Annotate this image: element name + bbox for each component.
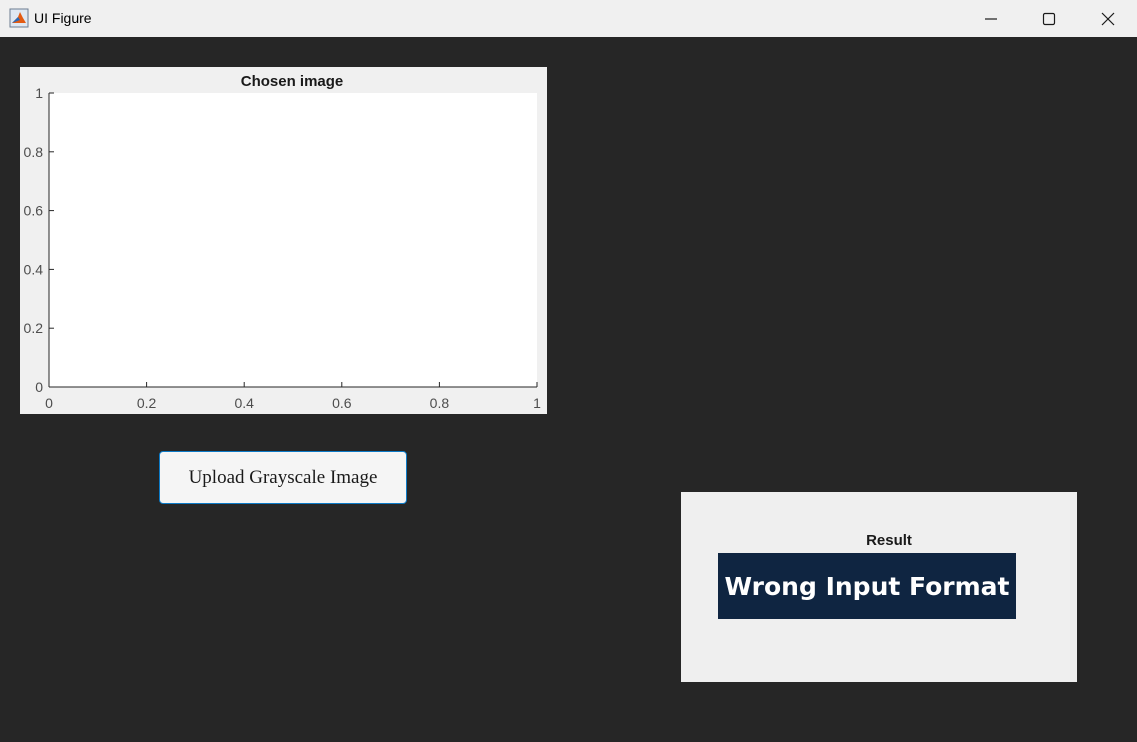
maximize-icon	[1042, 12, 1056, 25]
close-icon	[1101, 12, 1115, 25]
x-tick-label: 1	[533, 395, 541, 411]
result-panel: Result Wrong Input Format	[681, 492, 1077, 682]
plot-area	[49, 93, 537, 387]
minimize-button[interactable]	[962, 0, 1020, 37]
y-tick-label: 0.2	[24, 320, 44, 336]
close-button[interactable]	[1079, 0, 1137, 37]
y-tick-label: 0.8	[24, 144, 44, 160]
result-value: Wrong Input Format	[718, 553, 1016, 619]
x-tick-label: 0.4	[234, 395, 254, 411]
x-tick-label: 0.6	[332, 395, 352, 411]
x-tick-label: 0.8	[430, 395, 450, 411]
y-tick-label: 1	[35, 85, 43, 101]
window-titlebar: UI Figure	[0, 0, 1137, 37]
y-tick-label: 0.6	[24, 203, 44, 219]
upload-grayscale-image-button[interactable]: Upload Grayscale Image	[159, 451, 407, 504]
matlab-icon	[9, 8, 29, 28]
window-title: UI Figure	[34, 10, 92, 26]
y-tick-label: 0	[35, 379, 43, 395]
x-tick-label: 0.2	[137, 395, 157, 411]
maximize-button[interactable]	[1020, 0, 1078, 37]
y-tick-label: 0.4	[24, 261, 44, 277]
axes-plot: 0 0.2 0.4 0.6 0.8 1 0 0.2 0.4 0.6 0.8 1	[24, 85, 542, 411]
minimize-icon	[985, 17, 997, 20]
result-label: Result	[866, 532, 912, 549]
x-tick-label: 0	[45, 395, 53, 411]
image-axes: Chosen image 0 0.2 0.4 0.6 0.8 1 0 0.2 0.4 0.6 0.8…	[20, 67, 547, 414]
